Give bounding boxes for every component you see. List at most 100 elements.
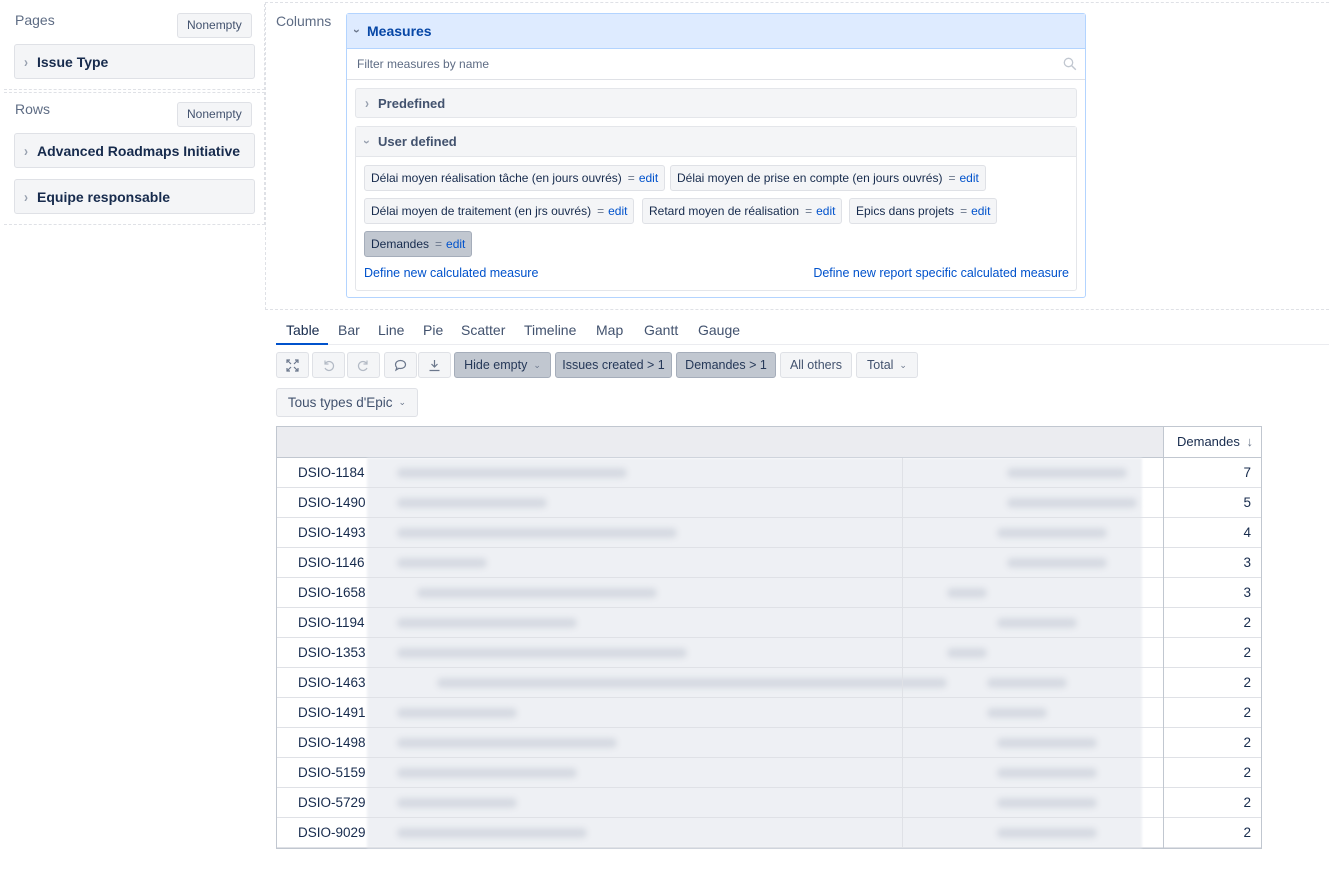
redacted-text xyxy=(397,558,487,568)
tab-divider xyxy=(276,344,1329,345)
measures-header[interactable]: › Measures xyxy=(347,14,1085,49)
edit-link[interactable]: edit xyxy=(446,237,465,251)
epic-type-label: Tous types d'Epic xyxy=(287,395,393,410)
table-row[interactable]: DSIO-1463 2 xyxy=(277,668,1261,698)
measure-value-cell: 2 xyxy=(1163,728,1261,758)
table-row[interactable]: DSIO-1491 2 xyxy=(277,698,1261,728)
row-key: DSIO-1491 xyxy=(298,705,366,720)
redacted-text xyxy=(947,648,987,658)
redacted-text xyxy=(397,618,577,628)
redo-icon xyxy=(357,360,368,371)
table-row[interactable]: DSIO-1490 5 xyxy=(277,488,1261,518)
measure-name: Demandes xyxy=(371,237,430,251)
redacted-text xyxy=(397,708,517,718)
demandes-filter[interactable]: Demandes > 1 xyxy=(676,352,776,378)
tab-gauge[interactable]: Gauge xyxy=(698,322,740,338)
measure-chip[interactable]: Retard moyen de réalisation = edit xyxy=(642,198,843,224)
redacted-text xyxy=(397,648,687,658)
pages-nonempty-button[interactable]: Nonempty xyxy=(177,13,252,38)
comment-button[interactable] xyxy=(384,352,417,378)
define-report-specific-measure-link[interactable]: Define new report specific calculated me… xyxy=(813,266,1069,280)
dimension-advanced-roadmaps-initiative[interactable]: › Advanced Roadmaps Initiative xyxy=(14,133,255,168)
columns-title: Columns xyxy=(276,13,332,29)
table-row[interactable]: DSIO-1184 7 xyxy=(277,458,1261,488)
table-row[interactable]: DSIO-1498 2 xyxy=(277,728,1261,758)
download-icon xyxy=(429,359,440,371)
total-dropdown[interactable]: Total ⌄ xyxy=(856,352,918,378)
table-row[interactable]: DSIO-1146 3 xyxy=(277,548,1261,578)
table-row[interactable]: DSIO-5159 2 xyxy=(277,758,1261,788)
tab-scatter[interactable]: Scatter xyxy=(461,322,505,338)
search-icon xyxy=(1063,57,1077,71)
predefined-label: Predefined xyxy=(378,95,446,111)
row-key: DSIO-5159 xyxy=(298,765,366,780)
column-header-label: Demandes xyxy=(1177,434,1240,449)
export-button[interactable] xyxy=(418,352,451,378)
measure-value-cell: 2 xyxy=(1163,638,1261,668)
issues-created-filter[interactable]: Issues created > 1 xyxy=(555,352,672,378)
redacted-text xyxy=(417,588,657,598)
edit-link[interactable]: edit xyxy=(816,204,835,218)
table-row[interactable]: DSIO-1353 2 xyxy=(277,638,1261,668)
edit-link[interactable]: edit xyxy=(971,204,990,218)
table-row[interactable]: DSIO-1658 3 xyxy=(277,578,1261,608)
measure-chip[interactable]: Délai moyen réalisation tâche (en jours … xyxy=(364,165,666,191)
tab-pie[interactable]: Pie xyxy=(423,322,443,338)
all-others-button[interactable]: All others xyxy=(780,352,852,378)
chevron-down-icon: › xyxy=(360,139,374,144)
measure-chip-selected[interactable]: Demandes = edit xyxy=(364,231,473,257)
tab-timeline[interactable]: Timeline xyxy=(524,322,576,338)
equals-sign: = xyxy=(948,171,956,185)
table-row[interactable]: DSIO-1493 4 xyxy=(277,518,1261,548)
table-body: DSIO-1184 7 DSIO-1490 5 DSIO-1493 4 DSIO-1146 3… xyxy=(277,458,1261,848)
measure-chip[interactable]: Délai moyen de prise en compte (en jours… xyxy=(670,165,986,191)
rows-title: Rows xyxy=(15,101,51,117)
rows-section: Rows Nonempty › Advanced Roadmaps Initia… xyxy=(4,92,265,225)
row-key: DSIO-1463 xyxy=(298,675,366,690)
hide-empty-label: Hide empty xyxy=(464,358,528,372)
measure-value-cell: 3 xyxy=(1163,578,1261,608)
dimension-issue-type[interactable]: › Issue Type xyxy=(14,44,255,79)
measure-chip[interactable]: Délai moyen de traitement (en jrs ouvrés… xyxy=(364,198,635,224)
measures-title: Measures xyxy=(367,23,432,39)
filter-measures-input[interactable] xyxy=(355,56,955,72)
column-header-demandes[interactable]: Demandes ↓ xyxy=(1163,427,1261,457)
pages-title: Pages xyxy=(15,12,55,28)
hide-empty-dropdown[interactable]: Hide empty ⌄ xyxy=(454,352,551,378)
tab-gantt[interactable]: Gantt xyxy=(644,322,678,338)
measure-value-cell: 4 xyxy=(1163,518,1261,548)
tab-map[interactable]: Map xyxy=(596,322,623,338)
redacted-text xyxy=(397,468,627,478)
redacted-text xyxy=(397,798,517,808)
redo-button[interactable] xyxy=(347,352,380,378)
redacted-text xyxy=(437,678,947,688)
redacted-text xyxy=(1007,498,1137,508)
chevron-right-icon: › xyxy=(24,142,28,159)
redacted-text xyxy=(1007,468,1127,478)
tab-bar[interactable]: Bar xyxy=(338,322,360,338)
table-row[interactable]: DSIO-5729 2 xyxy=(277,788,1261,818)
rows-nonempty-button[interactable]: Nonempty xyxy=(177,102,252,127)
row-key: DSIO-1493 xyxy=(298,525,366,540)
fullscreen-button[interactable] xyxy=(276,352,309,378)
measure-value-cell: 3 xyxy=(1163,548,1261,578)
edit-link[interactable]: edit xyxy=(959,171,978,185)
measure-name: Epics dans projets xyxy=(856,204,955,218)
user-defined-header[interactable]: › User defined xyxy=(356,127,1076,157)
redacted-text xyxy=(947,588,987,598)
undo-button[interactable] xyxy=(312,352,345,378)
redacted-text xyxy=(987,678,1067,688)
measure-chip[interactable]: Epics dans projets = edit xyxy=(849,198,998,224)
table-row[interactable]: DSIO-1194 2 xyxy=(277,608,1261,638)
edit-link[interactable]: edit xyxy=(608,204,627,218)
dimension-equipe-responsable[interactable]: › Equipe responsable xyxy=(14,179,255,214)
table-row[interactable]: DSIO-9029 2 xyxy=(277,818,1261,848)
define-new-measure-link[interactable]: Define new calculated measure xyxy=(364,266,538,280)
equals-sign: = xyxy=(435,237,443,251)
tab-line[interactable]: Line xyxy=(378,322,404,338)
undo-icon xyxy=(324,360,335,371)
epic-type-dropdown[interactable]: Tous types d'Epic ⌄ xyxy=(276,388,418,417)
predefined-group[interactable]: › Predefined xyxy=(355,88,1077,118)
tab-table[interactable]: Table xyxy=(286,322,319,338)
edit-link[interactable]: edit xyxy=(639,171,658,185)
